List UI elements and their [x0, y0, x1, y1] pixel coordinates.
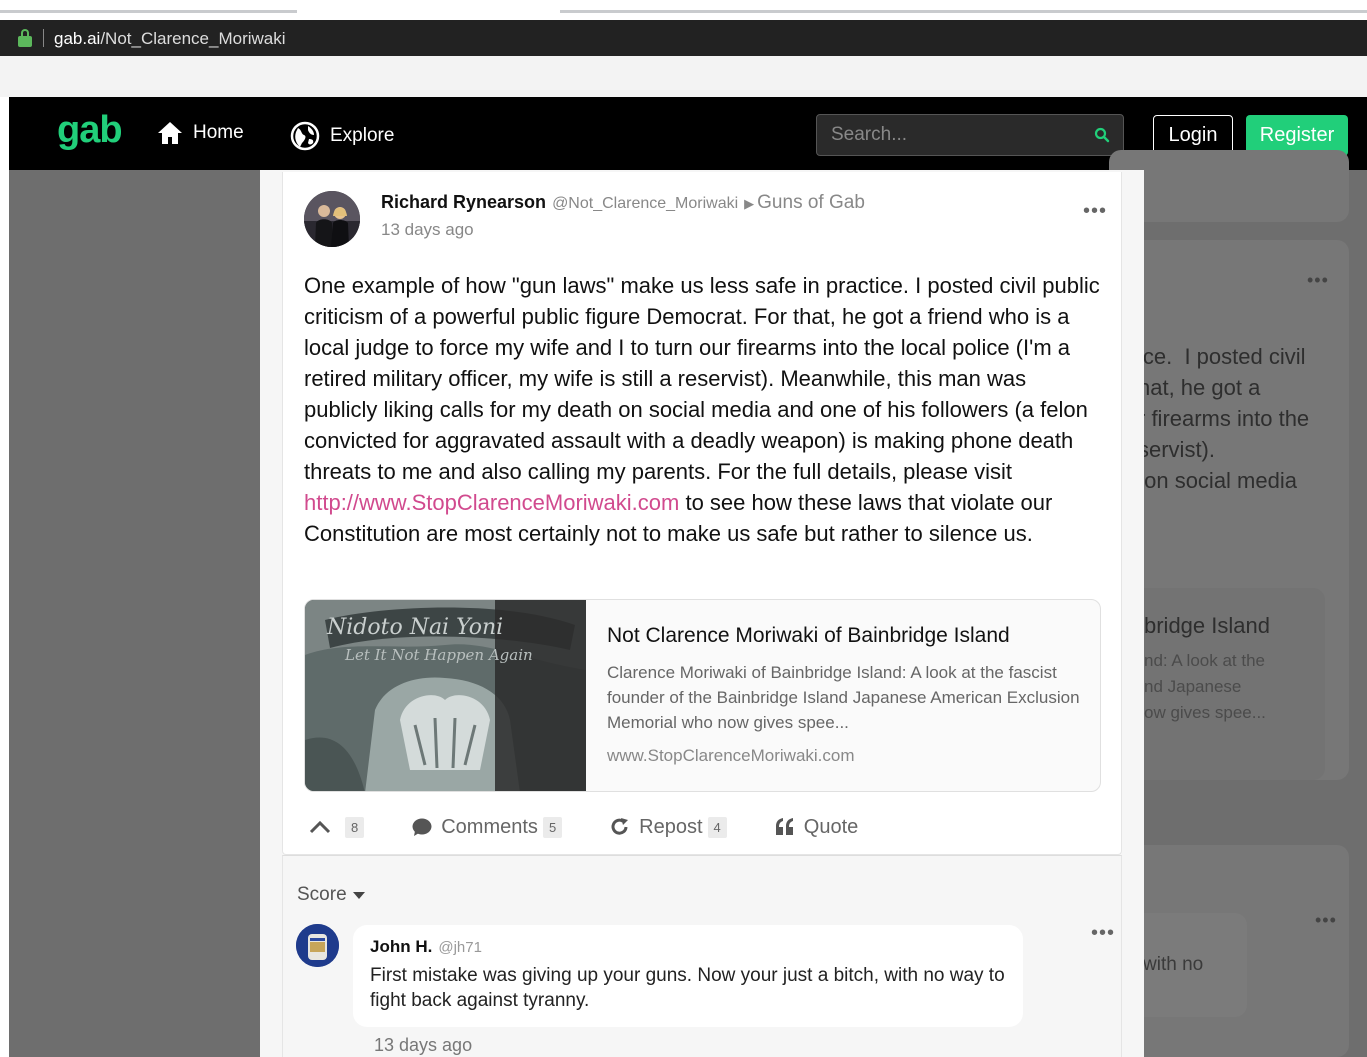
- comment-icon: [412, 818, 432, 836]
- comment-author-handle[interactable]: @jh71: [438, 939, 482, 956]
- comment-avatar[interactable]: [296, 924, 339, 967]
- repost-count: 4: [707, 816, 727, 838]
- upvote-count: 8: [345, 816, 365, 838]
- background-post-text: ice. I posted civil hat, he got a r fire…: [1138, 344, 1310, 493]
- author-avatar[interactable]: [304, 191, 360, 247]
- author-name[interactable]: Richard Rynearson: [381, 192, 546, 212]
- svg-text:Nidoto Nai Yoni: Nidoto Nai Yoni: [326, 615, 503, 640]
- link-preview-title: Not Clarence Moriwaki of Bainbridge Isla…: [607, 624, 1010, 647]
- caret-down-icon: [352, 891, 365, 899]
- nav-home-label: Home: [193, 122, 244, 143]
- search-box: [816, 114, 1124, 156]
- nav-explore-link[interactable]: Explore: [290, 121, 394, 151]
- sort-dropdown[interactable]: Score: [297, 884, 365, 906]
- inactive-tab-indicator[interactable]: [560, 10, 1367, 13]
- background-card-desc: nd: A look at the nd Japanese ow gives s…: [1144, 651, 1266, 722]
- post-timestamp[interactable]: 13 days ago: [381, 220, 474, 240]
- chevron-up-icon: [309, 820, 331, 834]
- gab-logo[interactable]: gab: [57, 109, 123, 152]
- comment-options-icon[interactable]: •••: [1091, 922, 1115, 945]
- quote-label: Quote: [803, 815, 859, 838]
- link-preview-card[interactable]: Nidoto Nai Yoni Let It Not Happen Again …: [304, 599, 1101, 792]
- repost-label: Repost: [639, 815, 703, 838]
- address-bar[interactable]: gab.ai/Not_Clarence_Moriwaki: [0, 20, 1367, 56]
- address-divider: [43, 29, 44, 47]
- author-handle[interactable]: @Not_Clarence_Moriwaki: [552, 195, 738, 212]
- comment-author-line: John H. @jh71: [370, 937, 482, 957]
- comments-label: Comments: [441, 815, 538, 838]
- post-card: Richard Rynearson @Not_Clarence_Moriwaki ▶…: [282, 172, 1122, 855]
- nav-home-link[interactable]: Home: [157, 121, 244, 145]
- post-body: One example of how "gun laws" make us le…: [304, 270, 1104, 549]
- post-action-bar: 8 Comments 5 Repost 4 Quote: [309, 812, 1089, 842]
- background-comment-text: with no: [1143, 954, 1204, 975]
- post-modal: Richard Rynearson @Not_Clarence_Moriwaki ▶…: [260, 170, 1144, 1057]
- lock-icon: [18, 29, 32, 47]
- browser-tab-strip: [0, 0, 1367, 20]
- url-text[interactable]: gab.ai/Not_Clarence_Moriwaki: [54, 29, 286, 49]
- svg-text:Let It Not Happen Again: Let It Not Happen Again: [344, 646, 533, 664]
- post-text-start: One example of how "gun laws" make us le…: [304, 273, 1100, 484]
- comment-timestamp[interactable]: 13 days ago: [374, 1035, 472, 1056]
- link-preview-description: Clarence Moriwaki of Bainbridge Island: …: [607, 663, 1080, 732]
- quote-button[interactable]: Quote: [775, 816, 858, 839]
- search-icon[interactable]: [1094, 127, 1110, 143]
- background-menu-icon: •••: [1315, 910, 1337, 930]
- post-author-line: Richard Rynearson @Not_Clarence_Moriwaki ▶…: [381, 192, 865, 214]
- nav-explore-label: Explore: [330, 125, 395, 146]
- link-preview-image: Nidoto Nai Yoni Let It Not Happen Again: [305, 600, 586, 791]
- post-options-icon[interactable]: •••: [1083, 200, 1107, 223]
- comments-count: 5: [542, 816, 563, 838]
- sort-label: Score: [297, 884, 347, 905]
- browser-toolbar: [0, 56, 1367, 97]
- home-icon: [158, 122, 182, 144]
- quote-icon: [775, 818, 793, 835]
- comments-section: Score John H. @jh71 First mistake was giv…: [282, 855, 1122, 1057]
- post-external-link[interactable]: http://www.StopClarenceMoriwaki.com: [304, 490, 679, 515]
- repost-icon: [611, 818, 629, 835]
- background-menu-icon: •••: [1307, 270, 1329, 290]
- globe-icon: [290, 121, 320, 151]
- comment-author-name[interactable]: John H.: [370, 937, 432, 956]
- group-link[interactable]: Guns of Gab: [757, 192, 865, 213]
- comments-button[interactable]: Comments 5: [412, 815, 563, 839]
- background-card-title: bridge Island: [1144, 613, 1270, 638]
- inactive-tab-indicator[interactable]: [0, 10, 297, 13]
- comment-bubble: John H. @jh71 First mistake was giving up…: [353, 925, 1023, 1027]
- comment-text: First mistake was giving up your guns. N…: [370, 965, 1005, 1011]
- repost-button[interactable]: Repost 4: [610, 816, 727, 839]
- window-edge: [0, 97, 9, 1057]
- background-card: [1109, 150, 1349, 222]
- caret-right-icon: ▶: [744, 196, 755, 211]
- search-input[interactable]: [817, 115, 1077, 155]
- upvote-button[interactable]: 8: [309, 816, 365, 838]
- link-preview-domain: www.StopClarenceMoriwaki.com: [607, 746, 855, 765]
